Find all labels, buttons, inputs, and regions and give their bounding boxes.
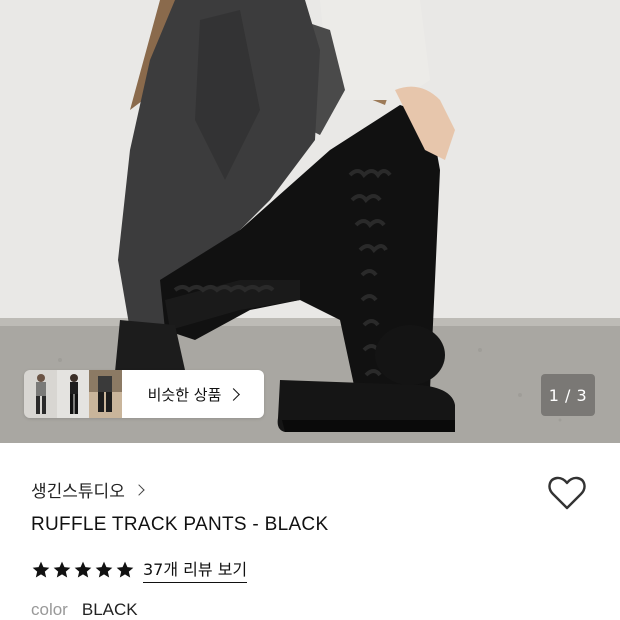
similar-products-label: 비슷한 상품 [147,385,222,404]
review-link[interactable]: 37개 리뷰 보기 [143,556,248,583]
similar-products-widget[interactable]: 비슷한 상품 [24,370,264,418]
star-icon [74,561,92,577]
similar-thumbnail-2 [56,370,90,418]
total-pages: 3 [576,385,588,405]
option-row: color BLACK [31,600,138,620]
brand-link[interactable]: 생긴스튜디오 [31,477,145,502]
rating-row: 37개 리뷰 보기 [31,556,248,583]
page-separator: / [559,385,577,405]
star-icon [95,561,113,577]
similar-products-button[interactable]: 비슷한 상품 [122,370,264,418]
similar-thumbnail-1 [24,370,57,418]
brand-name: 생긴스튜디오 [31,482,125,502]
current-page: 1 [548,385,560,405]
heart-outline-icon [548,476,586,510]
star-icon [116,561,134,577]
similar-products-thumbnails [24,370,122,418]
similar-thumbnail-3 [89,370,122,418]
star-icon [53,561,71,577]
option-value: BLACK [81,600,138,619]
option-label: color [31,600,68,619]
chevron-right-icon [227,387,241,401]
product-title: RUFFLE TRACK PANTS - BLACK [31,514,329,535]
chevron-right-icon [133,483,145,496]
image-page-counter: 1 / 3 [541,374,595,416]
star-icon [32,561,50,577]
rating-stars [31,560,135,580]
wishlist-button[interactable] [547,474,587,512]
product-image[interactable]: 비슷한 상품 1 / 3 [0,0,620,443]
